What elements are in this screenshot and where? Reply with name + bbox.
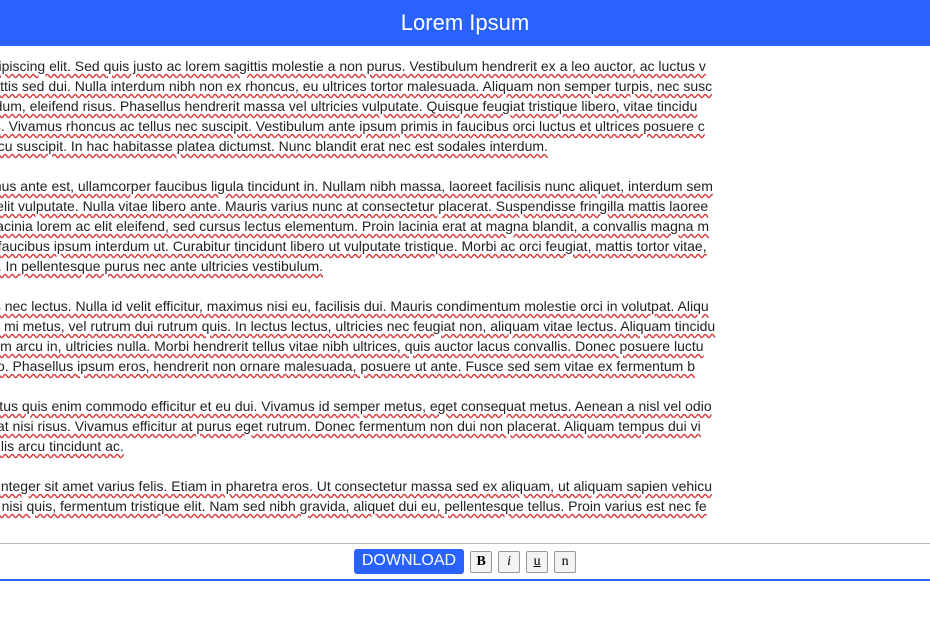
download-button[interactable]: DOWNLOAD xyxy=(354,549,464,574)
paragraph: acus, ut facilisis eros. Integer sit ame… xyxy=(0,476,930,516)
paragraph: a. Pellentesque maximus ante est, ullamc… xyxy=(0,176,930,276)
page-title: Lorem Ipsum xyxy=(401,10,529,35)
paragraph: t amet, consectetur adipiscing elit. Sed… xyxy=(0,56,930,156)
page-header: Lorem Ipsum xyxy=(0,0,930,46)
paragraph: m neque. Donec id lectus quis enim commo… xyxy=(0,396,930,456)
paragraph: s rhoncus semper quis nec lectus. Nulla … xyxy=(0,296,930,376)
bold-button[interactable]: B xyxy=(470,551,492,573)
italic-button[interactable]: i xyxy=(498,551,520,573)
normal-button[interactable]: n xyxy=(554,551,576,573)
underline-button[interactable]: u xyxy=(526,551,548,573)
bottom-toolbar: DOWNLOAD B i u n xyxy=(0,543,930,581)
document-body: t amet, consectetur adipiscing elit. Sed… xyxy=(0,46,930,543)
